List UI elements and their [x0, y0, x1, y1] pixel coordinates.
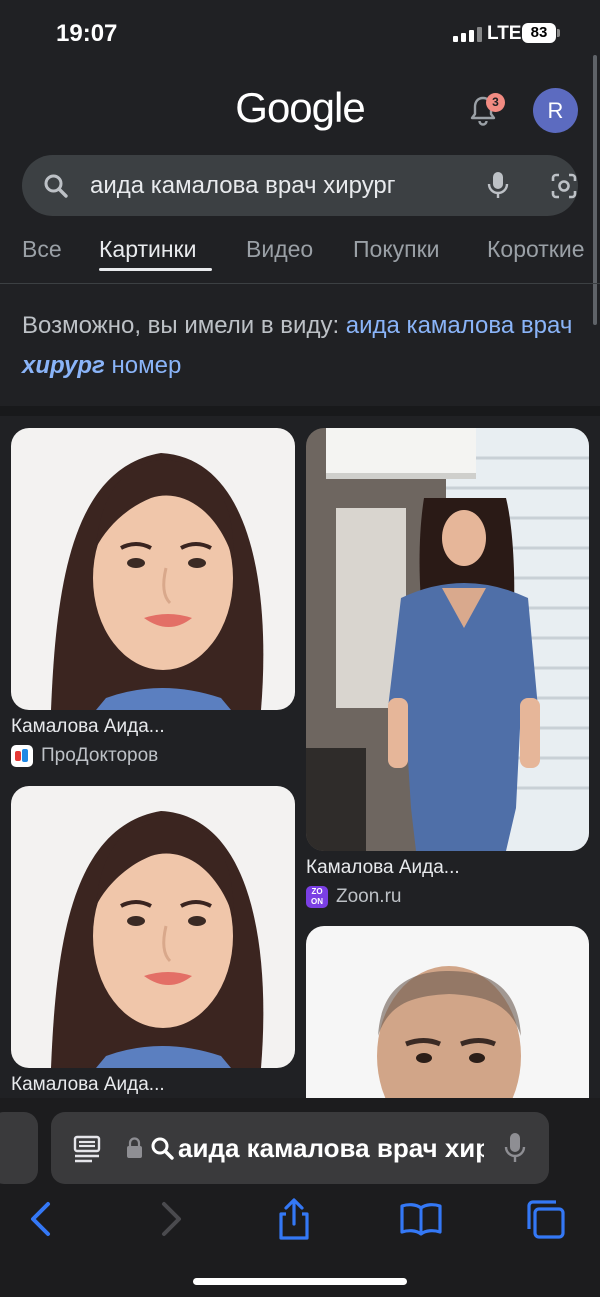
- full-length-photo: [306, 428, 589, 851]
- status-bar: 19:07 LTE 83: [0, 0, 600, 70]
- zoon-favicon-icon: ZO ON: [306, 886, 328, 908]
- tab-short-videos[interactable]: Короткие: [487, 236, 585, 263]
- status-time: 19:07: [56, 20, 118, 47]
- portrait-photo: [11, 786, 295, 1068]
- portrait-photo: [11, 428, 295, 710]
- tabs-divider: [0, 283, 600, 284]
- google-logo[interactable]: Google: [0, 84, 600, 132]
- tab-shopping[interactable]: Покупки: [353, 236, 440, 263]
- lock-icon: [127, 1137, 142, 1158]
- tab-all[interactable]: Все: [22, 236, 62, 263]
- home-indicator[interactable]: [193, 1278, 407, 1285]
- image-result-1-title[interactable]: Камалова Аида...: [11, 716, 165, 738]
- suggestion-part2: номер: [111, 352, 182, 379]
- active-tab-indicator: [99, 268, 212, 271]
- image-result-3[interactable]: [11, 786, 295, 1068]
- battery-tip: [557, 29, 560, 37]
- image-result-1[interactable]: [11, 428, 295, 710]
- image-result-2-source-name: Zoon.ru: [336, 886, 402, 907]
- address-text[interactable]: аида камалова врач хирург: [178, 1133, 484, 1164]
- google-lens-icon[interactable]: [549, 171, 579, 201]
- account-avatar[interactable]: R: [533, 88, 578, 133]
- image-result-2-source[interactable]: ZO ON Zoon.ru: [306, 886, 401, 908]
- share-icon[interactable]: [271, 1196, 317, 1242]
- section-divider: [0, 406, 600, 416]
- notifications-badge: 3: [486, 93, 505, 112]
- prodoctorov-favicon-icon: [11, 745, 33, 767]
- dictation-mic-icon[interactable]: [504, 1131, 526, 1165]
- suggestion-part1: аида камалова врач: [345, 312, 573, 339]
- tab-videos[interactable]: Видео: [246, 236, 313, 263]
- image-result-1-source[interactable]: ПроДокторов: [11, 745, 158, 767]
- did-you-mean-prefix: Возможно, вы имели в виду:: [22, 312, 340, 339]
- image-result-2[interactable]: [306, 428, 589, 851]
- forward-chevron-icon[interactable]: [148, 1196, 194, 1242]
- did-you-mean: Возможно, вы имели в виду: аида камалова…: [22, 306, 582, 386]
- back-chevron-icon[interactable]: [18, 1196, 64, 1242]
- previous-tab-peek[interactable]: [0, 1112, 38, 1184]
- search-bar[interactable]: аида камалова врач хирург: [22, 155, 578, 216]
- image-result-4[interactable]: [306, 926, 589, 1126]
- tabs-overview-icon[interactable]: [523, 1196, 569, 1242]
- network-type: LTE: [487, 23, 522, 44]
- portrait-photo: [306, 926, 589, 1126]
- search-text-fade: [402, 165, 462, 205]
- search-icon: [44, 174, 68, 198]
- image-result-3-title[interactable]: Камалова Аида...: [11, 1074, 165, 1096]
- bookmarks-book-icon[interactable]: [398, 1196, 444, 1242]
- search-tabs: Все Картинки Видео Покупки Короткие: [0, 236, 600, 276]
- cellular-signal-icon: [453, 27, 482, 42]
- tab-images[interactable]: Картинки: [99, 236, 196, 263]
- url-search-icon: [151, 1137, 174, 1160]
- page-format-icon[interactable]: [72, 1133, 102, 1163]
- suggestion-emphasis: хирург: [22, 352, 105, 379]
- battery-icon: 83: [522, 23, 556, 43]
- image-result-1-source-name: ПроДокторов: [41, 745, 159, 766]
- image-result-2-title[interactable]: Камалова Аида...: [306, 857, 460, 879]
- voice-search-icon[interactable]: [486, 170, 510, 200]
